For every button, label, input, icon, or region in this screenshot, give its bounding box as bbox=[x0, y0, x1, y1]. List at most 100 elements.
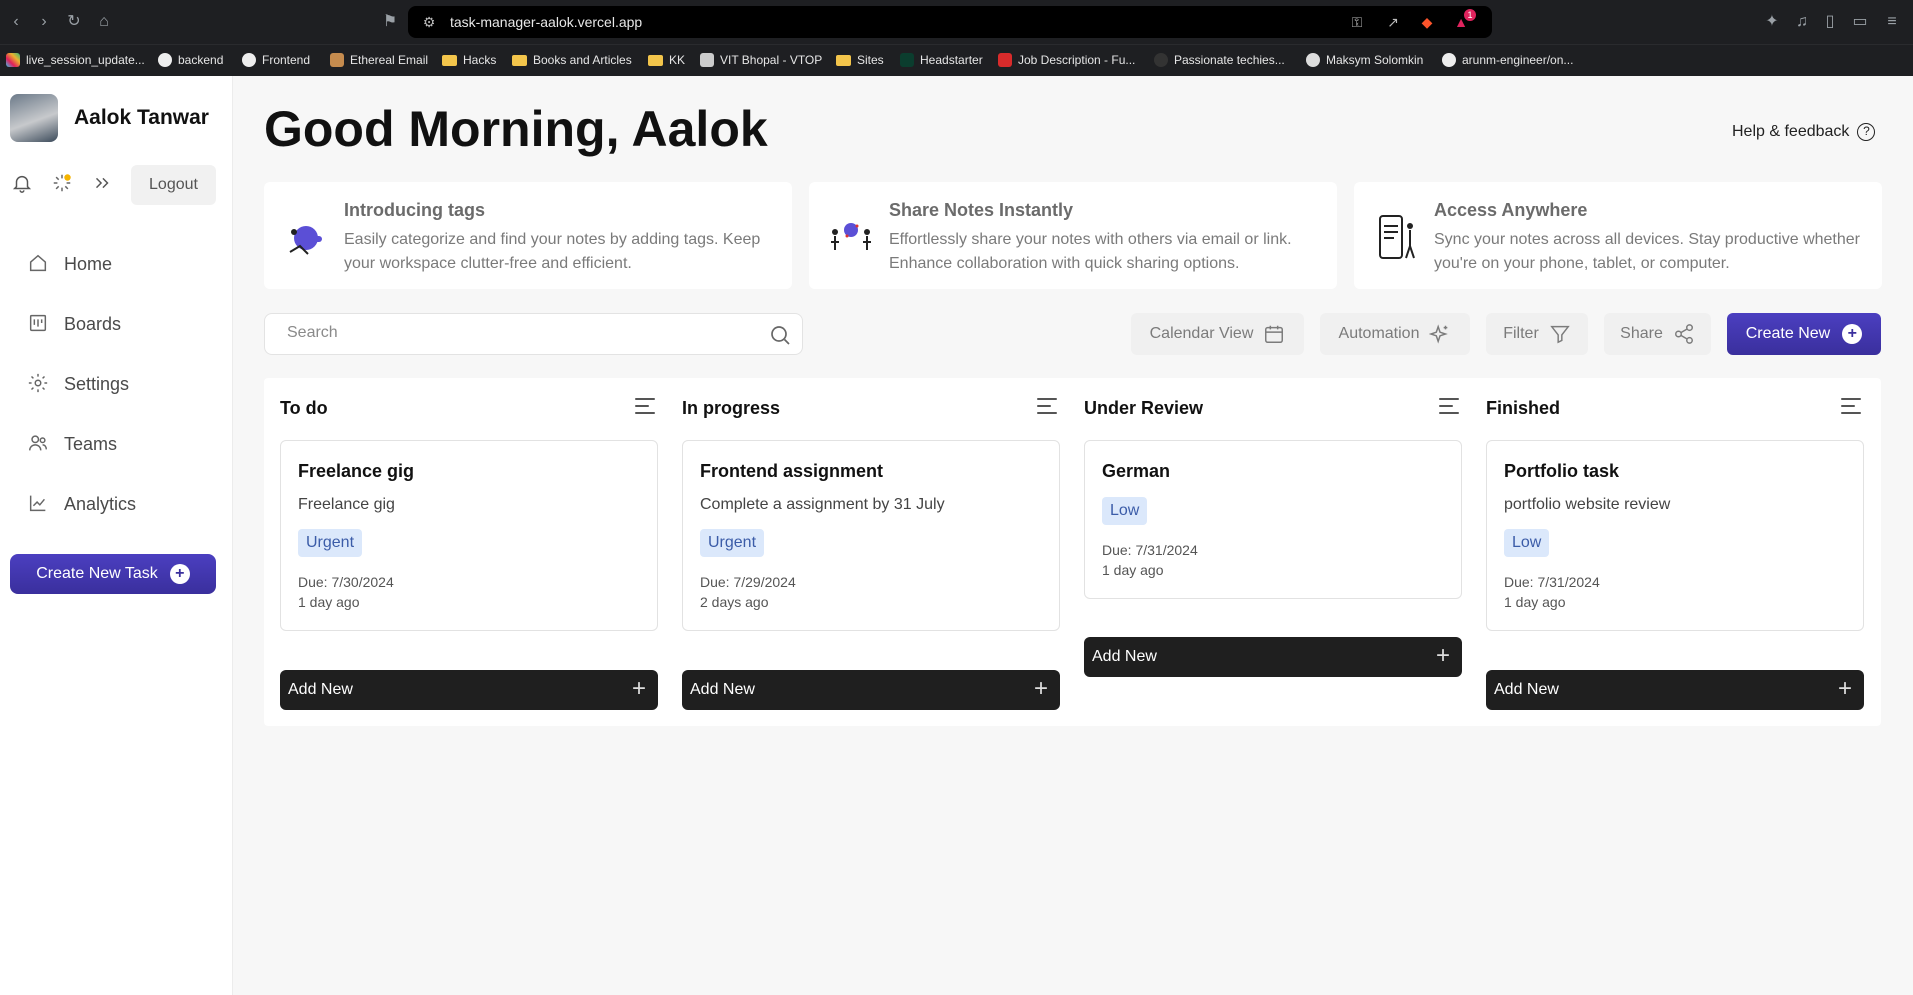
add-new-task-button[interactable]: Add New + bbox=[1486, 670, 1864, 710]
task-card[interactable]: German Low Due: 7/31/2024 1 day ago bbox=[1084, 440, 1462, 599]
slack-icon bbox=[6, 53, 20, 67]
folder-icon bbox=[512, 54, 527, 66]
bookmark-folder[interactable]: KK bbox=[648, 53, 685, 67]
column-to-do: To do Freelance gig Freelance gig Urgent… bbox=[264, 378, 658, 726]
sort-menu-icon[interactable] bbox=[635, 398, 657, 416]
task-card[interactable]: Portfolio task portfolio website review … bbox=[1486, 440, 1864, 631]
priority-tag: Low bbox=[1102, 497, 1148, 525]
task-card[interactable]: Frontend assignment Complete a assignmen… bbox=[682, 440, 1060, 631]
filter-button[interactable]: Filter bbox=[1486, 313, 1588, 355]
menu-icon[interactable]: ≡ bbox=[1882, 12, 1902, 32]
bookmark-item[interactable]: Passionate techies... bbox=[1154, 53, 1285, 67]
add-new-task-button[interactable]: Add New + bbox=[682, 670, 1060, 710]
share-button[interactable]: Share bbox=[1604, 313, 1711, 355]
due-date: Due: 7/29/2024 bbox=[700, 574, 796, 590]
sort-menu-icon[interactable] bbox=[1037, 398, 1059, 416]
site-info-icon[interactable]: ⚙ bbox=[420, 14, 438, 30]
bookmark-folder[interactable]: Sites bbox=[836, 53, 884, 67]
folder-icon bbox=[648, 54, 663, 66]
media-icon[interactable]: ♫ bbox=[1792, 12, 1812, 32]
feature-title: Share Notes Instantly bbox=[889, 200, 1074, 220]
github-icon bbox=[242, 53, 256, 67]
search-icon[interactable] bbox=[768, 323, 792, 347]
share-icon bbox=[1674, 324, 1693, 344]
search-input[interactable] bbox=[287, 324, 747, 342]
bookmark-icon[interactable]: ⚑ bbox=[380, 12, 400, 32]
loader-icon[interactable] bbox=[48, 172, 76, 200]
bookmark-folder[interactable]: Hacks bbox=[442, 53, 496, 67]
task-description: portfolio website review bbox=[1504, 496, 1671, 513]
bookmark-item[interactable]: arunm-engineer/on... bbox=[1442, 53, 1573, 67]
feature-card-share: Share Notes Instantly Effortlessly share… bbox=[809, 182, 1337, 289]
calendar-view-button[interactable]: Calendar View bbox=[1131, 313, 1304, 355]
browser-toolbar: ‹ › ↻ ⌂ ⚑ ⚙ task-manager-aalok.vercel.ap… bbox=[0, 0, 1913, 44]
bookmark-item[interactable]: live_session_update... bbox=[6, 53, 145, 67]
bookmark-item[interactable]: VIT Bhopal - VTOP bbox=[700, 53, 822, 67]
sidebar-item-settings[interactable]: Settings bbox=[0, 354, 233, 414]
kanban-board: To do Freelance gig Freelance gig Urgent… bbox=[264, 378, 1881, 726]
folder-icon bbox=[836, 54, 851, 66]
automation-button[interactable]: Automation bbox=[1320, 313, 1470, 355]
priority-tag: Urgent bbox=[700, 529, 765, 557]
sparkles-icon bbox=[1429, 324, 1449, 344]
wallet-icon[interactable]: ▭ bbox=[1850, 12, 1870, 32]
plus-icon: + bbox=[1033, 675, 1048, 702]
sidebar-item-boards[interactable]: Boards bbox=[0, 294, 233, 354]
created-time: 1 day ago bbox=[1504, 594, 1566, 610]
sidebar-nav: Home Boards Settings Teams Analytics bbox=[0, 234, 233, 534]
bookmark-item[interactable]: Maksym Solomkin bbox=[1306, 53, 1423, 67]
bookmark-item[interactable]: Headstarter bbox=[900, 53, 983, 67]
forward-icon[interactable]: › bbox=[34, 12, 54, 32]
sidebar-item-teams[interactable]: Teams bbox=[0, 414, 233, 474]
task-card[interactable]: Freelance gig Freelance gig Urgent Due: … bbox=[280, 440, 658, 631]
sort-menu-icon[interactable] bbox=[1841, 398, 1863, 416]
sidebar-toggle-icon[interactable]: ▯ bbox=[1820, 12, 1840, 32]
due-date: Due: 7/31/2024 bbox=[1504, 574, 1600, 590]
techies-icon bbox=[1154, 53, 1168, 67]
task-title: Portfolio task bbox=[1504, 461, 1620, 481]
add-new-task-button[interactable]: Add New + bbox=[1084, 637, 1462, 677]
bookmark-item[interactable]: Job Description - Fu... bbox=[998, 53, 1135, 67]
share-page-icon[interactable]: ↗ bbox=[1384, 14, 1402, 30]
chevrons-right-icon[interactable] bbox=[88, 172, 116, 200]
users-icon bbox=[26, 432, 50, 456]
back-icon[interactable]: ‹ bbox=[6, 12, 26, 32]
key-icon[interactable]: ⚿ bbox=[1348, 14, 1366, 30]
plus-icon: + bbox=[1435, 642, 1450, 669]
task-description: Freelance gig bbox=[298, 496, 395, 513]
bookmark-item[interactable]: backend bbox=[158, 53, 223, 67]
bell-icon[interactable] bbox=[8, 172, 36, 200]
logout-button[interactable]: Logout bbox=[131, 165, 216, 205]
create-new-button[interactable]: Create New + bbox=[1727, 313, 1881, 355]
gear-icon bbox=[26, 372, 50, 396]
avatar[interactable] bbox=[10, 94, 58, 142]
github-icon bbox=[1442, 53, 1456, 67]
bookmark-item[interactable]: Ethereal Email bbox=[330, 53, 428, 67]
search-bar bbox=[264, 313, 803, 355]
task-description: Complete a assignment by 31 July bbox=[700, 496, 945, 513]
notification-badge: 1 bbox=[1464, 9, 1476, 21]
sort-menu-icon[interactable] bbox=[1439, 398, 1461, 416]
reload-icon[interactable]: ↻ bbox=[64, 12, 84, 32]
due-date: Due: 7/31/2024 bbox=[1102, 542, 1198, 558]
home-browser-icon[interactable]: ⌂ bbox=[94, 12, 114, 32]
job-icon bbox=[998, 53, 1012, 67]
create-new-task-button[interactable]: Create New Task + bbox=[10, 554, 216, 594]
feature-card-tags: Introducing tags Easily categorize and f… bbox=[264, 182, 792, 289]
priority-tag: Low bbox=[1504, 529, 1550, 557]
bookmark-item[interactable]: Frontend bbox=[242, 53, 310, 67]
url-text: task-manager-aalok.vercel.app bbox=[450, 14, 643, 30]
sidebar-item-analytics[interactable]: Analytics bbox=[0, 474, 233, 534]
sidebar-item-home[interactable]: Home bbox=[0, 234, 233, 294]
column-finished: Finished Portfolio task portfolio websit… bbox=[1470, 378, 1864, 726]
due-date: Due: 7/30/2024 bbox=[298, 574, 394, 590]
brave-shield-icon[interactable]: ◆ bbox=[1418, 14, 1436, 30]
add-new-task-button[interactable]: Add New + bbox=[280, 670, 658, 710]
extensions-icon[interactable]: ✦ bbox=[1762, 12, 1782, 32]
chart-icon bbox=[26, 492, 50, 516]
feature-description: Easily categorize and find your notes by… bbox=[344, 231, 761, 272]
bookmark-folder[interactable]: Books and Articles bbox=[512, 53, 632, 67]
address-bar[interactable]: ⚙ task-manager-aalok.vercel.app ⚿ ↗ ◆ ▲ … bbox=[408, 6, 1492, 38]
home-icon bbox=[26, 252, 50, 276]
help-feedback-link[interactable]: Help & feedback ? bbox=[1732, 123, 1876, 141]
